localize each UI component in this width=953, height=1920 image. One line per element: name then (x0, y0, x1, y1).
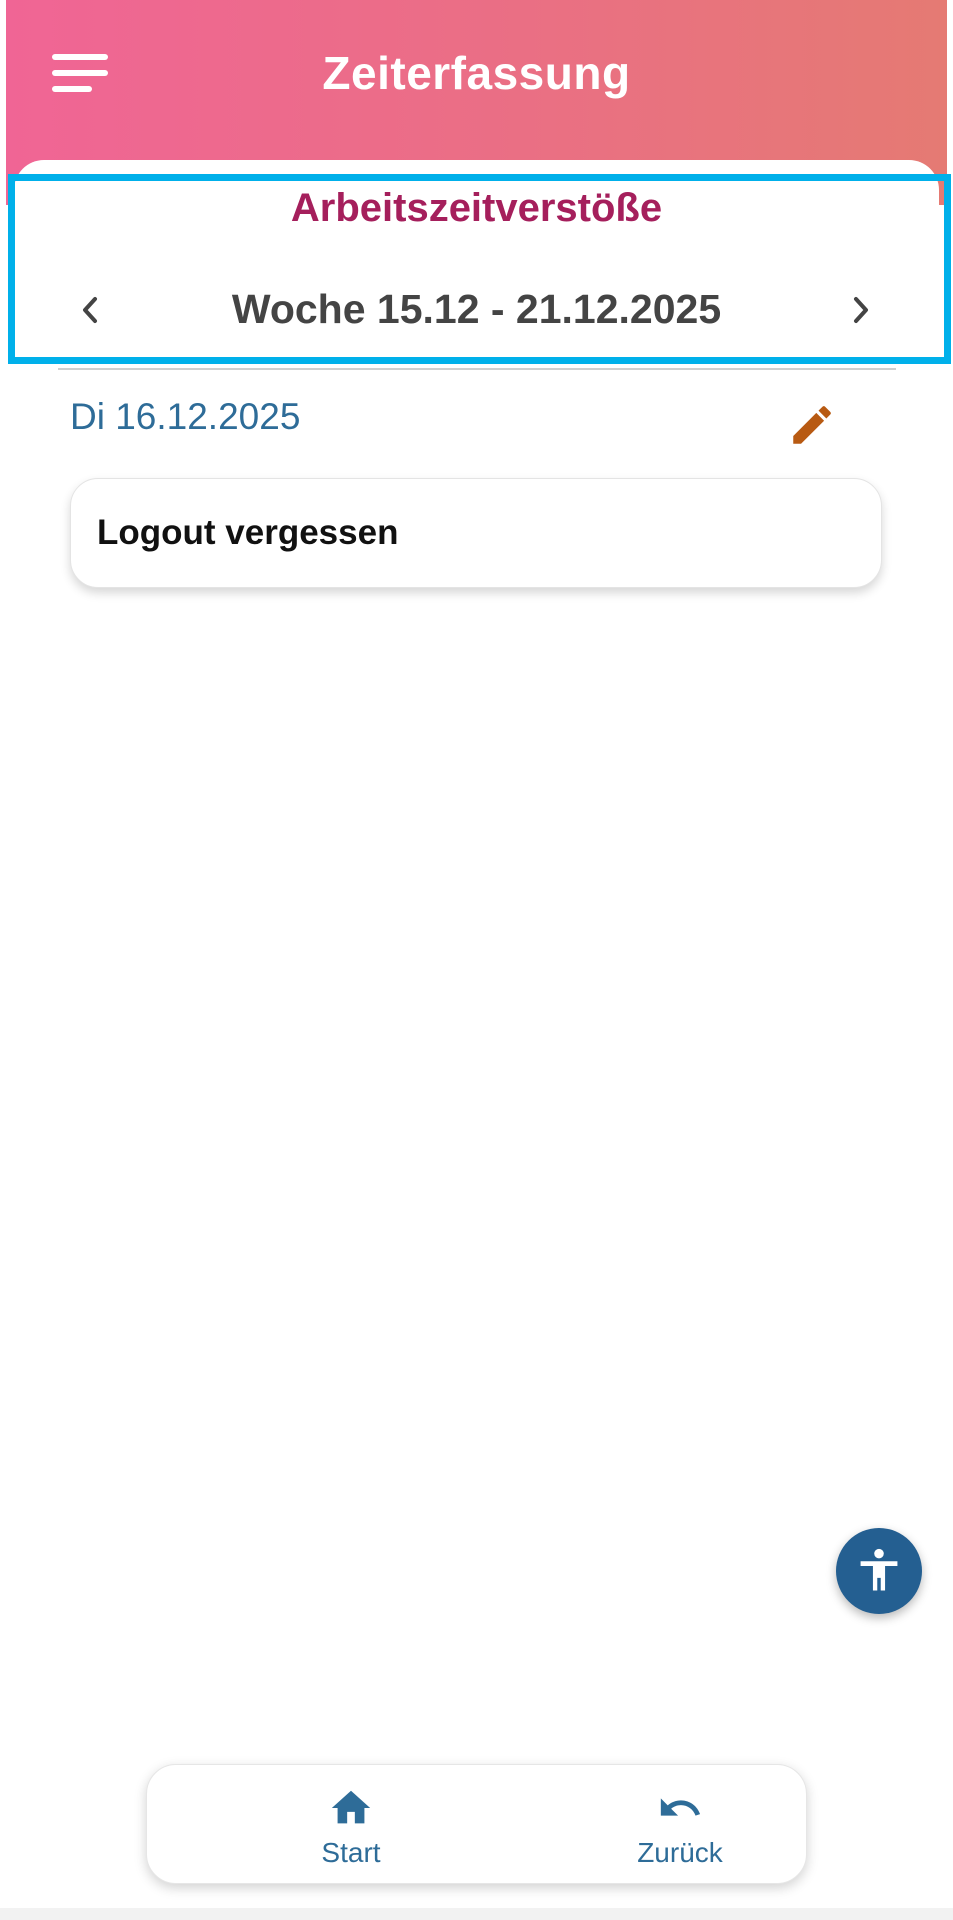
accessibility-button[interactable] (836, 1528, 922, 1614)
app-screen: Zeiterfassung Arbeitszeitverstöße Woche … (0, 0, 953, 1908)
week-navigation: Woche 15.12 - 21.12.2025 (0, 278, 953, 342)
week-label: Woche 15.12 - 21.12.2025 (231, 286, 722, 332)
edit-button[interactable] (782, 398, 842, 452)
back-label: Zurück (637, 1837, 723, 1868)
bottom-navigation: Start Zurück (146, 1764, 807, 1884)
undo-icon (660, 1798, 701, 1816)
section-title: Arbeitszeitverstöße (290, 186, 663, 230)
start-label: Start (321, 1837, 381, 1868)
violation-card[interactable]: Logout vergessen (70, 478, 882, 588)
accessibility-icon (860, 1548, 898, 1591)
start-button[interactable]: Start (251, 1765, 451, 1883)
divider (58, 368, 896, 370)
day-date: Di 16.12.2025 (70, 396, 301, 437)
home-icon (331, 1790, 371, 1824)
back-button[interactable]: Zurück (580, 1765, 780, 1883)
violation-text: Logout vergessen (97, 513, 399, 552)
chevron-right-icon (854, 297, 868, 323)
app-title: Zeiterfassung (322, 47, 631, 99)
pencil-icon (793, 406, 831, 444)
next-week-button[interactable] (833, 278, 889, 342)
